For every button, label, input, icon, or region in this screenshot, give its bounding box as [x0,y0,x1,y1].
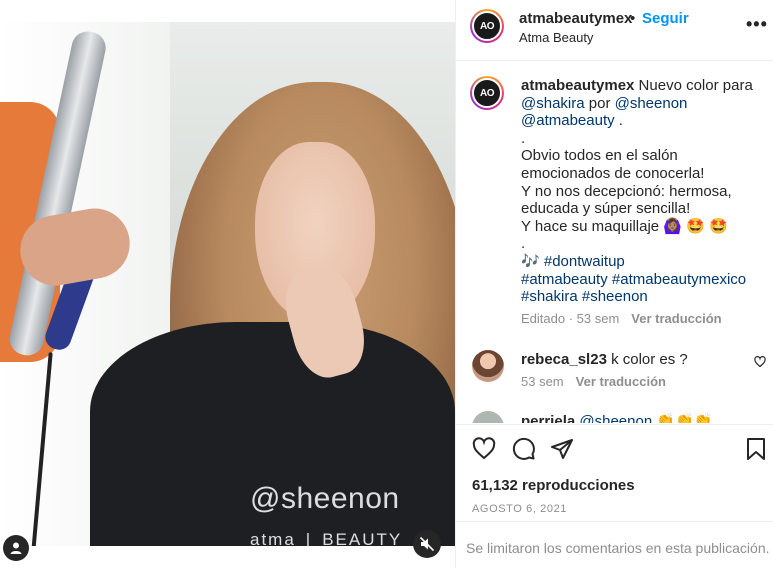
caption-dot-1: . [521,129,526,147]
watermark-handle: @sheenon [250,482,400,515]
header-separator: • [630,10,636,27]
caption-edited-time: Editado · 53 sem [521,311,620,326]
caption-text-2: por [584,94,615,112]
comment-body: 👏👏👏 [652,413,713,423]
hashtag-sheenon[interactable]: #sheenon [582,288,648,305]
post-header: AO atmabeautymex • Seguir Atma Beauty ••… [456,0,773,61]
comment-translate-button[interactable]: Ver traducción [576,374,666,389]
heart-icon [754,356,766,368]
post-panel: AO atmabeautymex • Seguir Atma Beauty ••… [455,0,773,568]
speaker-muted-icon [419,536,435,552]
views-count[interactable]: 61,132 reproducciones [472,477,635,494]
person-icon [10,542,22,554]
comment-avatar[interactable] [472,411,504,423]
comment-button[interactable] [512,437,536,466]
mention-shakira[interactable]: @shakira [521,95,585,112]
paper-plane-icon [551,439,573,459]
music-notes: 🎶 [521,252,544,270]
more-options-icon[interactable]: ••• [746,14,768,35]
hashtag-dontwaitup[interactable]: #dontwaitup [544,253,625,270]
avatar-logo: AO [472,11,502,41]
comment-text: rebeca_sl23 k color es ? [521,351,688,368]
share-button[interactable] [550,437,574,466]
comments-limited-text: Se limitaron los comentarios en esta pub… [466,540,770,556]
video-frame[interactable]: @sheenon atma | BEAUTY [0,22,455,546]
caption-text-3: . [614,112,623,130]
post-caption: atmabeautymex Nuevo color para @shakira … [521,77,766,306]
caption-username[interactable]: atmabeautymex [521,77,634,94]
caption-avatar[interactable]: AO [470,76,504,110]
follow-button[interactable]: Seguir [642,10,689,27]
post-actions: 61,132 reproducciones AGOSTO 6, 2021 [456,424,773,521]
caption-text-4: Obvio todos en el salón emocionados de c… [521,147,705,182]
header-subtitle[interactable]: Atma Beauty [519,30,593,45]
comments-limited-notice: Se limitaron los comentarios en esta pub… [456,521,773,569]
post-date[interactable]: AGOSTO 6, 2021 [472,503,567,515]
caption-avatar-logo: AO [472,78,502,108]
tagged-users-button[interactable] [3,535,29,561]
caption-meta: Editado · 53 sem Ver traducción [521,311,722,326]
comment-username[interactable]: perriela [521,413,575,423]
mention-atmabeauty[interactable]: @atmabeauty [521,112,615,129]
comment-text: perriela @sheenon 👏👏👏 [521,412,712,423]
heart-icon [472,437,496,460]
caption-dot-2: . [521,235,526,253]
comment-meta: 53 sem Ver traducción [521,374,666,389]
comment-body: k color es ? [606,351,688,368]
caption-translate-button[interactable]: Ver traducción [631,311,721,326]
hashtag-shakira[interactable]: #shakira [521,288,578,305]
comment-time: 53 sem [521,374,564,389]
comment-username[interactable]: rebeca_sl23 [521,351,607,368]
video-player[interactable]: @sheenon atma | BEAUTY [0,0,455,568]
caption-text-1: Nuevo color para [634,77,753,94]
comment-bubble-icon [512,437,535,460]
bookmark-icon [747,438,765,460]
caption-text-6: Y hace su maquillaje 🙆🏽‍♀️ 🤩 🤩 [521,217,728,235]
watermark-brand-right: BEAUTY [322,530,403,546]
hashtag-atmabeauty[interactable]: #atmabeauty [521,271,608,288]
watermark-brand: atma | BEAUTY [250,530,402,546]
like-button[interactable] [472,437,496,466]
save-button[interactable] [745,437,767,466]
header-username[interactable]: atmabeautymex [519,10,632,27]
comment-mention[interactable]: @sheenon [579,413,652,423]
mute-button[interactable] [413,530,441,558]
watermark-brand-left: atma [250,530,296,546]
profile-avatar[interactable]: AO [470,9,504,43]
comments-scroll-area[interactable]: AO atmabeautymex Nuevo color para @shaki… [456,61,773,423]
mention-sheenon[interactable]: @sheenon [615,95,688,112]
caption-text-5: Y no nos decepcionó: hermosa, educada y … [521,182,732,218]
comment-avatar[interactable] [472,350,504,382]
hashtag-atmabeautymexico[interactable]: #atmabeautymexico [612,271,746,288]
watermark-brand-sep: | [305,530,313,546]
comment-like-button[interactable] [754,355,766,373]
